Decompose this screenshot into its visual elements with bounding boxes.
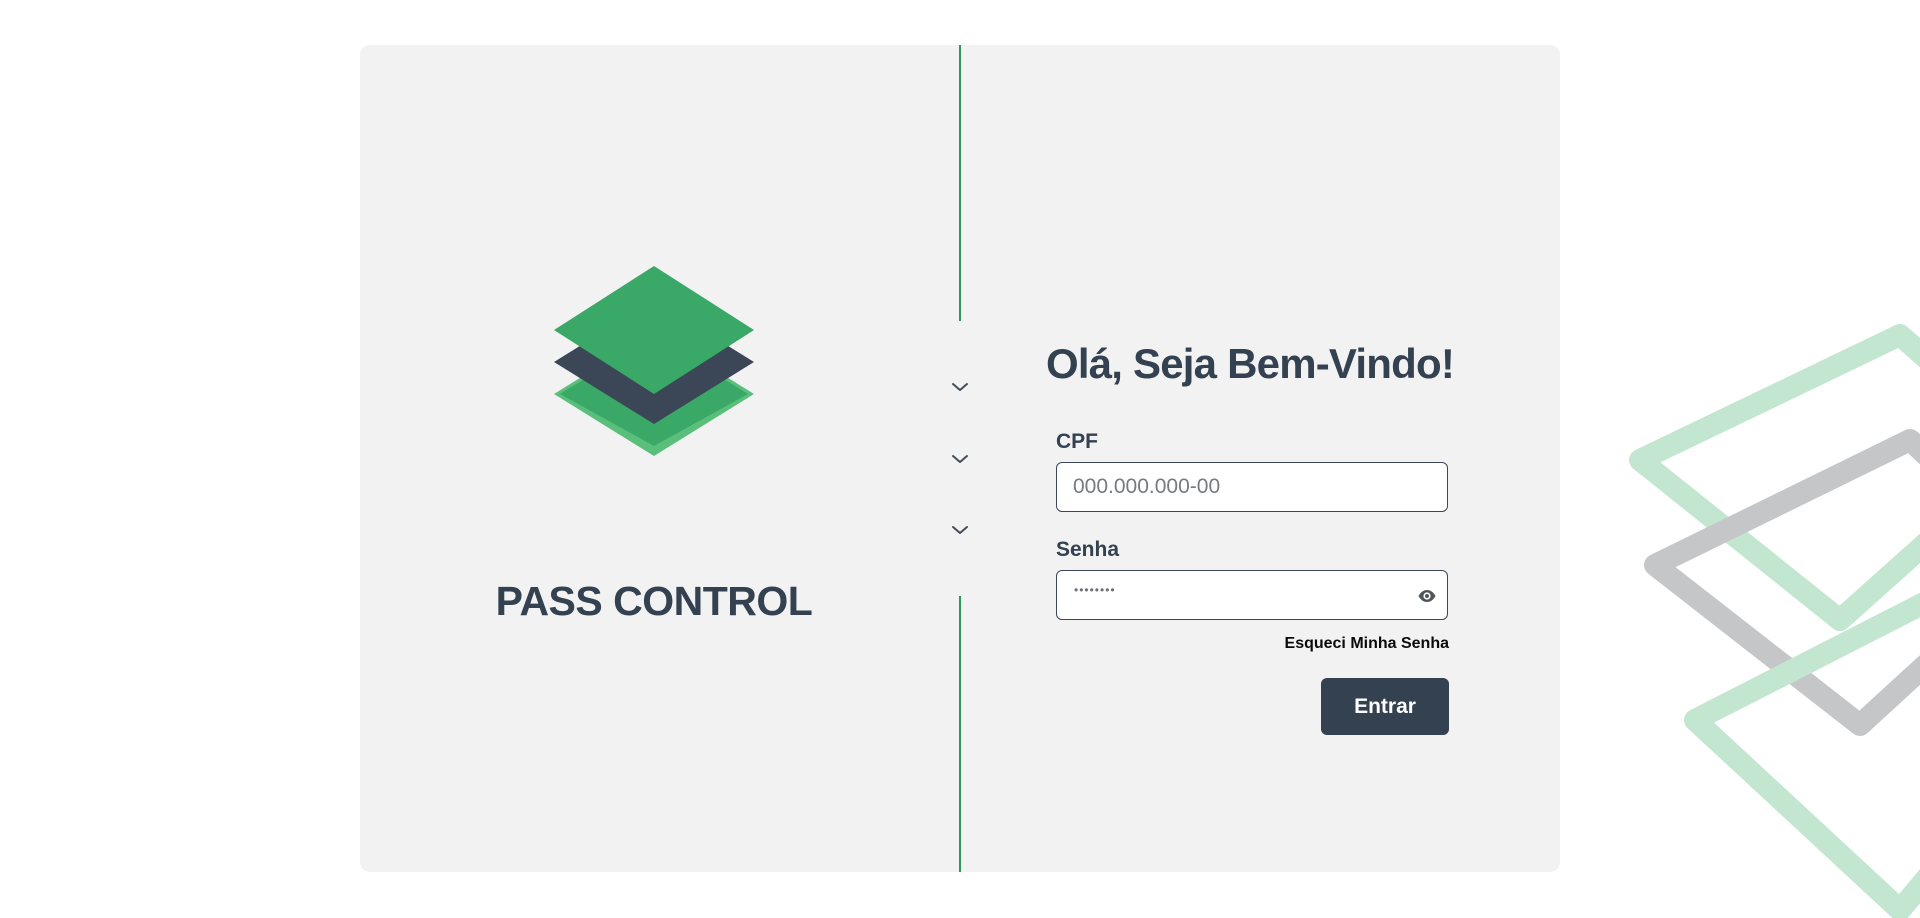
submit-button[interactable]: Entrar [1321, 678, 1449, 735]
chevron-down-icon [952, 455, 968, 463]
eye-icon[interactable] [1417, 586, 1437, 606]
background-decoration [1629, 324, 1920, 918]
chevron-down-icon [952, 526, 968, 534]
divider-line-bottom [959, 596, 961, 872]
cpf-input[interactable] [1056, 462, 1448, 512]
stacked-layers-icon [554, 266, 754, 456]
chevron-down-icon [952, 383, 968, 391]
password-label: Senha [1056, 538, 1120, 561]
password-masked-value: •••••••• [1074, 583, 1116, 597]
login-page: PASS CONTROL Olá, Seja Bem-Vindo! CPF Se… [0, 0, 1920, 918]
forgot-password-link[interactable]: Esqueci Minha Senha [1200, 635, 1449, 653]
divider-line-top [959, 45, 961, 321]
welcome-title: Olá, Seja Bem-Vindo! [1046, 340, 1455, 387]
deco-diamond-green-bottom [1684, 592, 1920, 918]
brand-name: PASS CONTROL [495, 578, 813, 624]
cpf-label: CPF [1056, 430, 1098, 453]
